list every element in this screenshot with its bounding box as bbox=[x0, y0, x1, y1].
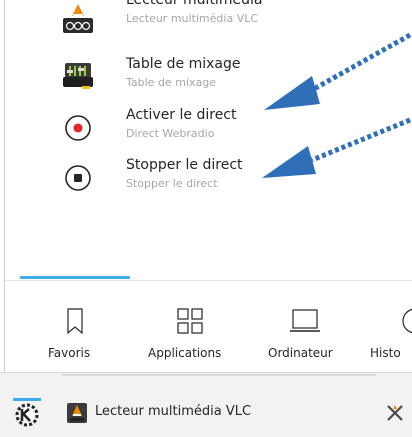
task-label[interactable]: Lecteur multimédia VLC bbox=[95, 404, 251, 419]
history-icon bbox=[402, 308, 412, 334]
kde-logo-icon[interactable] bbox=[13, 398, 41, 428]
tab-favorites[interactable]: Favoris bbox=[30, 300, 120, 368]
task-indicator-line bbox=[62, 374, 376, 376]
annotation-arrows bbox=[262, 32, 412, 178]
bookmark-icon bbox=[67, 308, 83, 335]
menu-item-title: Table de mixage bbox=[126, 56, 241, 72]
mixer-icon bbox=[63, 63, 93, 89]
vlc-icon bbox=[67, 403, 87, 423]
menu-item-subtitle: Stopper le direct bbox=[126, 177, 218, 190]
arrow-to-stop bbox=[262, 117, 411, 178]
launcher-window: Lecteur multimédia Lecteur multimédia VL… bbox=[0, 0, 412, 437]
tab-history[interactable]: Histo bbox=[370, 300, 412, 368]
tab-label: Ordinateur bbox=[268, 346, 333, 360]
menu-item-subtitle: Table de mixage bbox=[126, 76, 216, 89]
menu-item-subtitle: Lecteur multimédia VLC bbox=[126, 12, 259, 25]
record-icon bbox=[65, 115, 91, 141]
tab-label: Favoris bbox=[48, 346, 91, 360]
menu-item-subtitle: Direct Webradio bbox=[126, 127, 215, 140]
tab-label: Applications bbox=[148, 346, 222, 360]
menu-item-title: Stopper le direct bbox=[126, 157, 243, 173]
active-tab-indicator bbox=[20, 276, 130, 279]
grid-icon bbox=[177, 308, 203, 334]
window-border bbox=[4, 0, 5, 380]
menu-item-title: Lecteur multimédia bbox=[126, 0, 263, 8]
mixer-tray-icon[interactable] bbox=[385, 403, 405, 423]
tab-applications[interactable]: Applications bbox=[140, 300, 240, 368]
laptop-icon bbox=[290, 309, 320, 332]
tab-divider bbox=[5, 280, 412, 281]
tab-computer[interactable]: Ordinateur bbox=[260, 300, 350, 368]
stop-icon bbox=[65, 165, 91, 191]
menu-item-title: Activer le direct bbox=[126, 107, 237, 123]
tab-label: Histo bbox=[370, 346, 401, 360]
arrow-to-activate bbox=[264, 32, 412, 110]
vlc-icon bbox=[63, 4, 93, 33]
